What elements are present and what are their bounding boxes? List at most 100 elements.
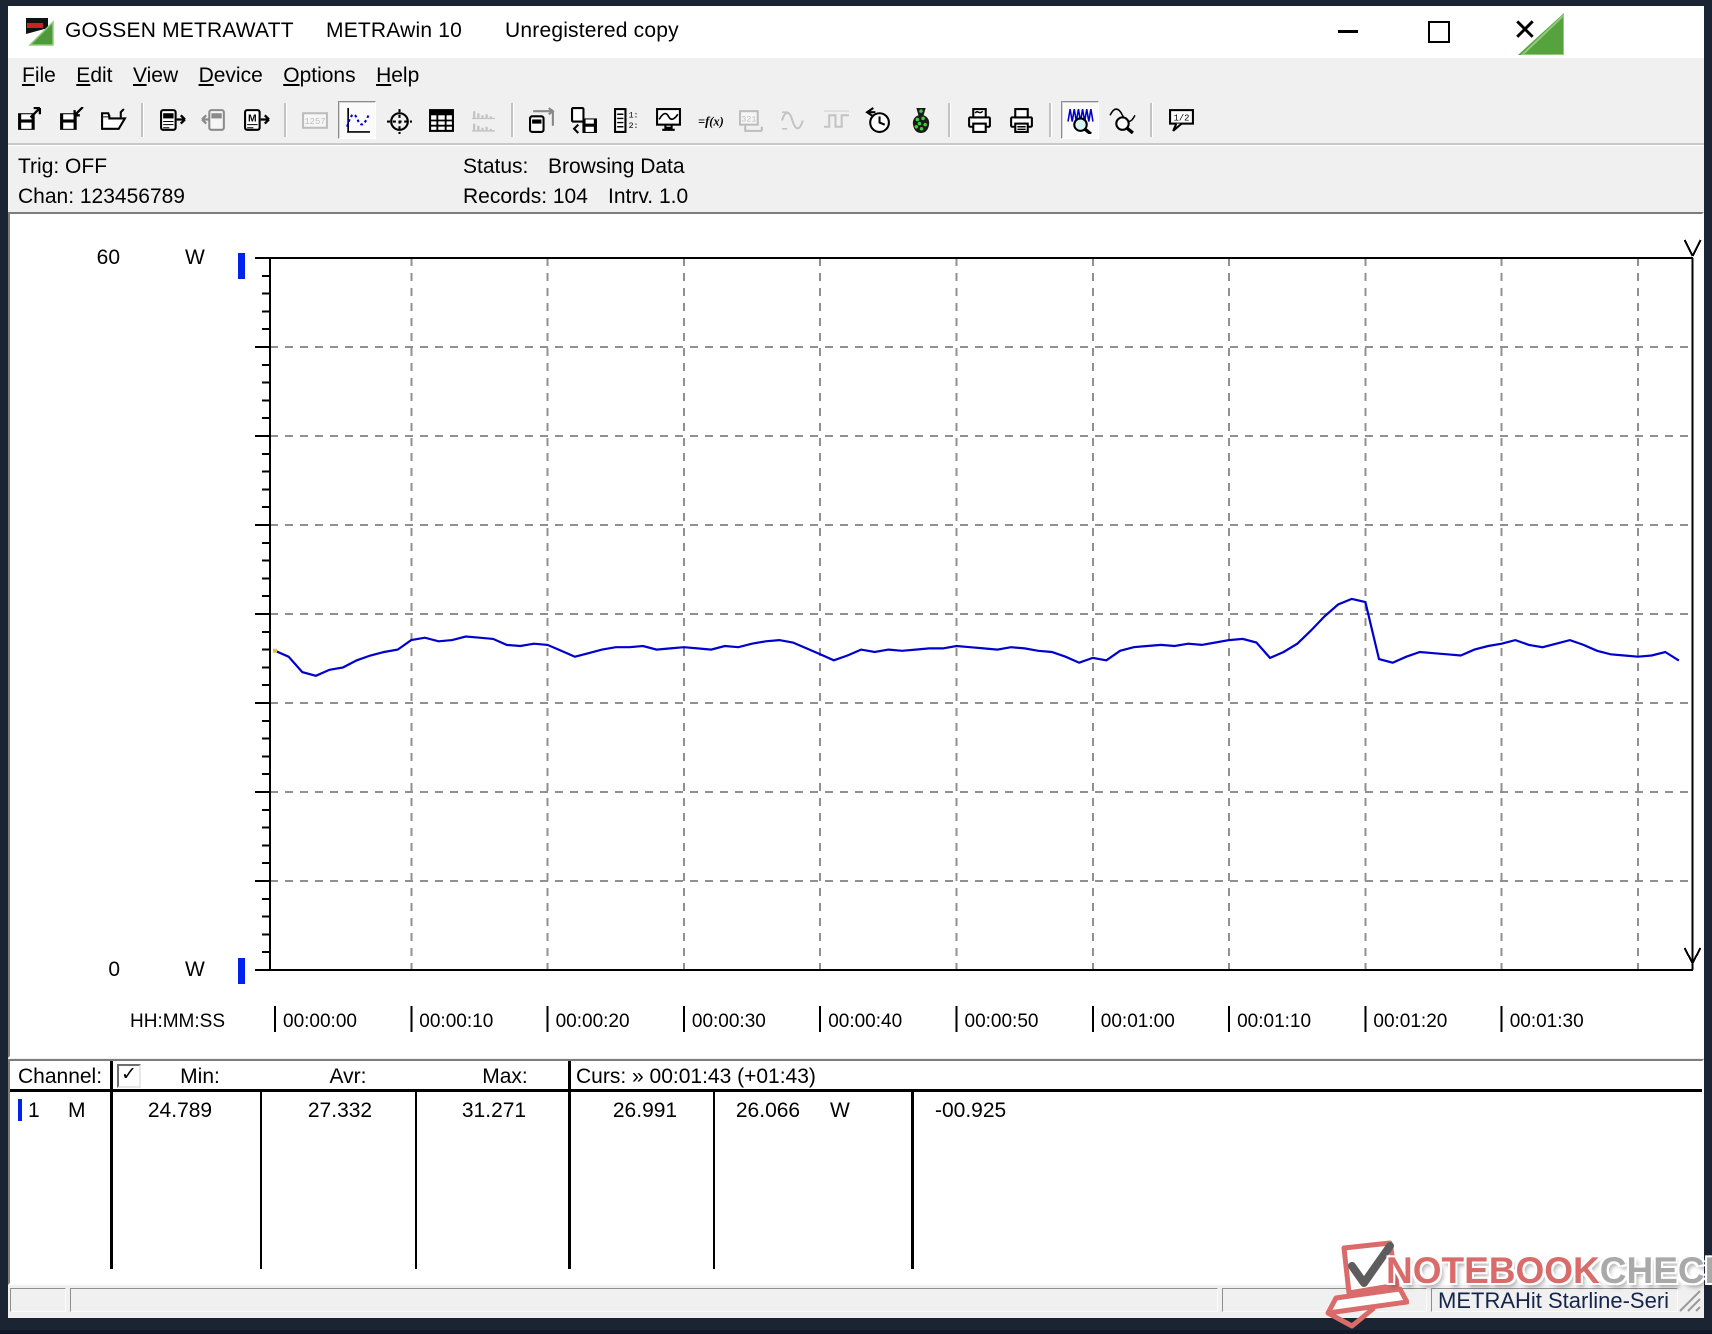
send-device-button [195,101,233,139]
monitor-view-button[interactable] [649,101,687,139]
channel-visible-checkbox[interactable]: ✓ [117,1064,141,1088]
wave-icon [345,107,370,133]
status-label: Status: [463,155,529,178]
time-setup-button[interactable] [859,101,897,139]
zoom-out-icon [1108,107,1136,134]
cursor-unit: W [830,1099,850,1122]
floppy-out-icon [17,106,41,130]
statusbar-cell [70,1288,1218,1312]
chart-gridlines [270,258,1693,970]
device-arrow-icon [159,108,186,131]
stat-avr-value: 27.332 [307,1099,373,1122]
table-divider [713,1092,715,1269]
grid-icon [428,108,454,132]
read-device-button[interactable] [153,101,191,139]
stats-table: Channel: ✓ Min: Avr: Max: Curs: » 00:01:… [8,1059,1704,1285]
lcd2-icon: 321 [738,109,763,132]
analog-output-button [775,101,813,139]
x-tick-label: 00:01:10 [1237,1011,1312,1032]
y-axis-bottom-marker[interactable] [238,958,245,984]
statusbar-cell [1222,1288,1427,1312]
device-arrow-left-icon [200,108,225,131]
menu-options[interactable]: Options [275,62,363,90]
device-name-cell: METRAHit Starline-Seri [1431,1288,1678,1312]
write-device-button[interactable] [565,101,603,139]
y-axis-top-unit: W [185,246,205,269]
lcd-icon: 1257 [301,111,328,129]
y-axis-top-label: 60 [96,246,120,269]
numeric-display-button: 1257 [296,101,334,139]
app-logo-icon [26,18,54,46]
chart-plot[interactable] [10,214,1702,1056]
device-link-icon [528,106,555,133]
table-view-button[interactable] [422,101,460,139]
status-bar: METRAHit Starline-Seri [8,1285,1704,1318]
resize-grip[interactable] [1676,1289,1702,1313]
device-io-button: 321 [733,101,771,139]
formula-button[interactable]: =f(x) [691,101,729,139]
toolbar-separator [1150,103,1153,137]
svg-text:321: 321 [741,115,756,124]
x-tick-label: 00:00:50 [964,1011,1039,1032]
menu-help[interactable]: Help [368,62,427,90]
stat-min-value: 24.789 [147,1099,213,1122]
chart-view-button[interactable] [338,101,376,139]
maximize-button[interactable] [1428,21,1450,43]
annotation-button[interactable]: 1/2 [1162,101,1200,139]
y-axis-top-marker[interactable] [238,253,245,279]
svg-text:M: M [248,113,257,124]
acquisition-info: Trig: OFF Chan: 123456789 Status: Browsi… [8,145,1704,213]
table-divider [260,1092,262,1269]
menu-view[interactable]: View [125,62,186,90]
table-divider [415,1092,417,1269]
record-live-button[interactable] [901,101,939,139]
channel-number: 1 [28,1099,40,1122]
status-value: Browsing Data [548,155,685,178]
zoom-in-button[interactable] [1061,101,1099,139]
col-header-cursor: Curs: » 00:01:43 (+01:43) [576,1065,816,1088]
transfer-settings-button[interactable] [523,101,561,139]
menu-file[interactable]: File [14,62,64,90]
table-divider [911,1092,914,1269]
license-label: Unregistered copy [505,19,679,42]
record-icon [912,107,929,133]
svg-text:2:: 2: [628,121,638,130]
x-tick-label: 00:00:30 [691,1011,766,1032]
x-tick-label: 00:01:30 [1509,1011,1584,1032]
printer-icon [1009,107,1033,133]
channel-setup-button[interactable]: 1: 2: [607,101,645,139]
app-title: METRAwin 10 [326,19,463,42]
print-button[interactable] [1002,101,1040,139]
crosshair-icon [386,108,412,134]
svg-text:=f(x): =f(x) [698,114,724,128]
file-open-button[interactable] [94,101,132,139]
channel-mode: M [68,1099,86,1122]
read-memory-button[interactable]: M [237,101,275,139]
svg-text:1:: 1: [628,111,638,120]
file-save-button[interactable] [10,101,48,139]
trace-start-marker [273,648,277,653]
menu-edit[interactable]: Edit [68,62,120,90]
x-tick-label: 00:01:00 [1100,1011,1175,1032]
x-axis-format-label: HH:MM:SS [130,1011,225,1032]
table-divider [110,1061,113,1269]
interval-value: Intrv. 1.0 [608,185,689,208]
scope-view-button[interactable] [380,101,418,139]
toolbar-separator [511,103,514,137]
bubble-icon: 1/2 [1168,108,1194,132]
zoom-out-button[interactable] [1103,101,1141,139]
toolbar: M 1257 1: 2: =f(x) 321 1/2 [8,95,1704,145]
folder-icon [100,107,127,130]
app-window: GOSSEN METRAWATT METRAwin 10 Unregistere… [0,0,1712,1330]
floppy-in-icon [59,106,84,130]
svg-text:1257: 1257 [304,117,325,127]
print-preview-button[interactable] [960,101,998,139]
clock-icon [864,106,890,133]
pulse-output-button [817,101,855,139]
records-count: Records: 104 [463,185,588,208]
file-save-as-button[interactable] [52,101,90,139]
menu-device[interactable]: Device [191,62,271,90]
minimize-button[interactable] [1338,30,1358,33]
y-axis-bottom-unit: W [185,958,205,981]
device-save-icon [570,106,597,134]
